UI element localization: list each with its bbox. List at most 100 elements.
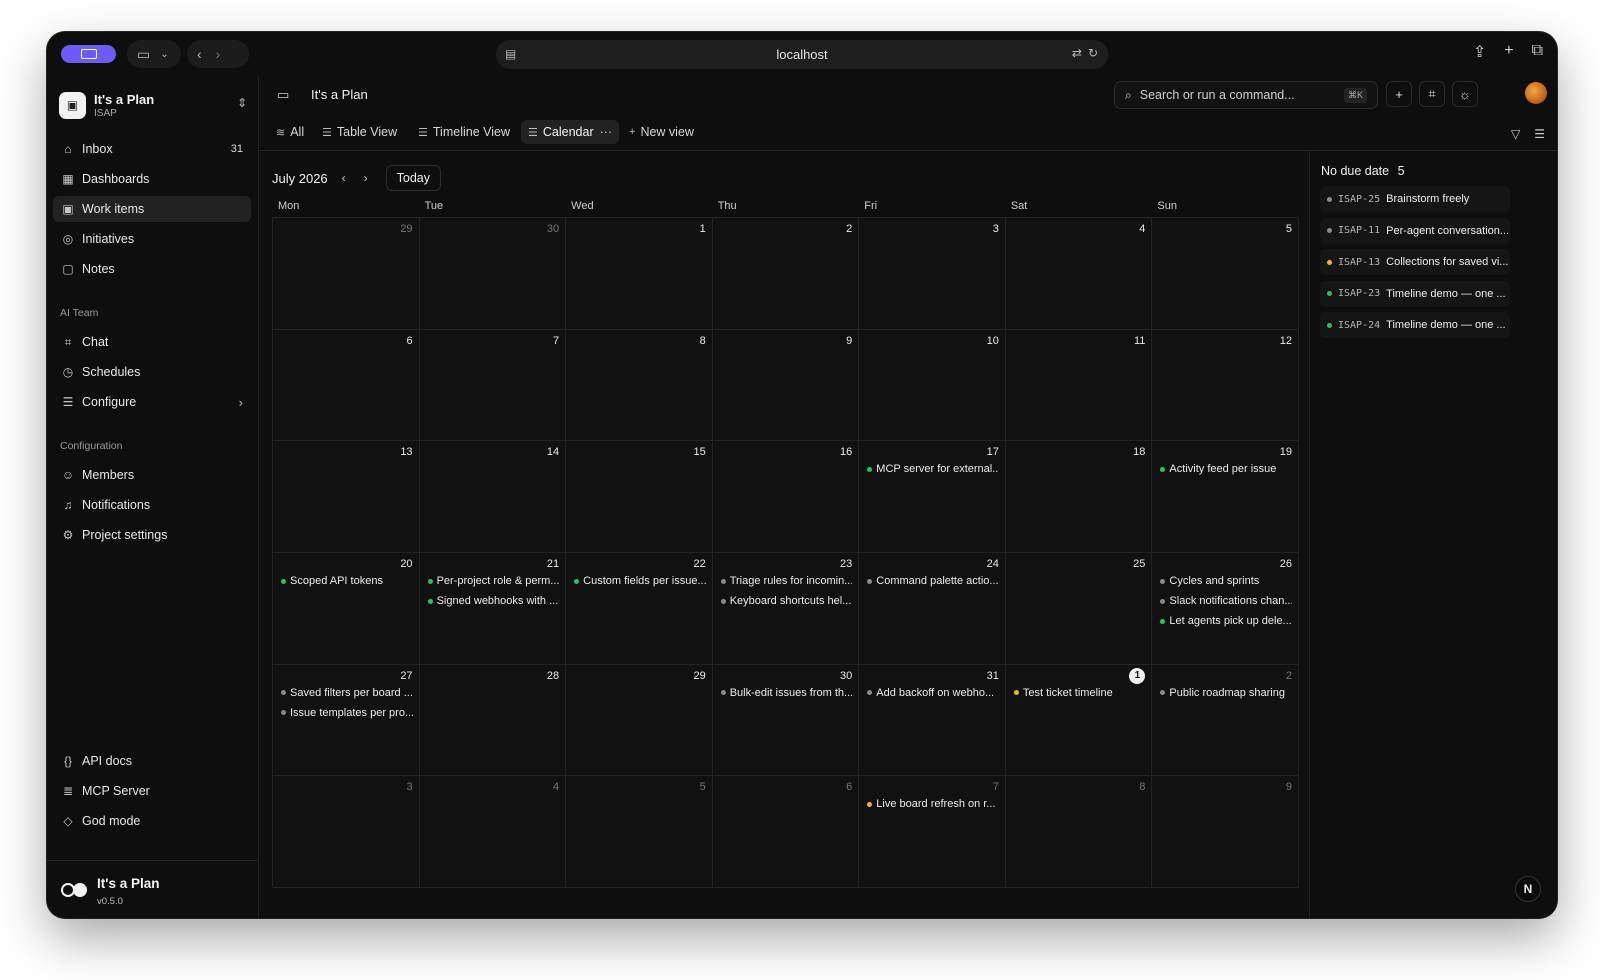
calendar-day-cell[interactable]: 2 Public roadmap sharing [1152, 664, 1299, 777]
calendar-day-cell[interactable]: 3 [273, 776, 420, 888]
more-options-icon[interactable]: ··· [600, 125, 613, 139]
calendar-day-cell[interactable]: 30 Bulk-edit issues from th... [712, 664, 860, 777]
calendar-day-cell[interactable]: 14 [419, 441, 567, 553]
translate-icon[interactable]: ⇄ [1072, 46, 1082, 60]
command-search[interactable]: ⌕ Search or run a command... ⌘K [1114, 81, 1378, 109]
page-settings-icon[interactable]: ▤ [505, 47, 516, 61]
new-view-button[interactable]: + New view [622, 120, 701, 144]
calendar-event[interactable]: Per-project role & perm... [427, 573, 559, 589]
calendar-day-cell[interactable]: 2 [712, 218, 860, 330]
calendar-day-cell[interactable]: 24 Command palette actio... [859, 553, 1006, 665]
calendar-event[interactable]: Live board refresh on r... [867, 796, 999, 812]
calendar-day-cell[interactable]: 18 [1005, 441, 1153, 553]
calendar-day-cell[interactable]: 28 [419, 664, 567, 777]
calendar-day-cell[interactable]: 13 [273, 441, 420, 553]
sidebar-toggle-group[interactable]: ▭ ⌄ [127, 40, 181, 68]
calendar-event[interactable]: Command palette actio... [867, 573, 999, 589]
calendar-day-cell[interactable]: 1 Test ticket timeline [1005, 664, 1153, 777]
create-button[interactable]: + [1386, 81, 1412, 107]
no-due-date-item[interactable]: ISAP-24 Timeline demo — one ... [1320, 312, 1510, 338]
calendar-event[interactable]: MCP server for external... [867, 461, 999, 477]
workspace-switcher[interactable]: ▣ It's a Plan ISAP ⇕ [59, 88, 247, 122]
sidebar-toggle-icon[interactable]: ▭ [137, 46, 150, 63]
calendar-day-cell[interactable]: 8 [566, 329, 713, 442]
no-due-date-item[interactable]: ISAP-11 Per-agent conversation... [1320, 217, 1510, 244]
calendar-day-cell[interactable]: 7 Live board refresh on r... [859, 776, 1006, 888]
theme-toggle-button[interactable]: ☼ [1452, 81, 1478, 107]
calendar-event[interactable]: Slack notifications chan... [1160, 593, 1292, 609]
sidebar-item-inbox[interactable]: ⌂ Inbox 31 [53, 136, 251, 162]
calendar-day-cell[interactable]: 5 [1152, 218, 1299, 330]
calendar-event[interactable]: Saved filters per board ... [281, 685, 413, 701]
forward-icon[interactable]: › [216, 46, 221, 62]
tab-all[interactable]: ≋ All [269, 120, 311, 144]
sidebar-item-initiatives[interactable]: ◎ Initiatives [53, 226, 251, 252]
sidebar-item-api-docs[interactable]: {} API docs [53, 748, 251, 774]
calendar-day-cell[interactable]: 4 [1005, 218, 1153, 330]
tab-timeline-view[interactable]: ☰ Timeline View [411, 120, 517, 144]
calendar-day-cell[interactable]: 6 [273, 329, 420, 442]
calendar-event[interactable]: Bulk-edit issues from th... [720, 685, 852, 701]
calendar-event[interactable]: Keyboard shortcuts hel... [720, 593, 853, 609]
calendar-day-cell[interactable]: 30 [419, 218, 567, 330]
tab-table-view[interactable]: ☰ Table View [315, 120, 404, 144]
calendar-day-cell[interactable]: 9 [1152, 776, 1299, 888]
calendar-event[interactable]: Custom fields per issue... [574, 573, 706, 589]
chevron-down-icon[interactable]: ⌄ [160, 49, 168, 60]
calendar-day-cell[interactable]: 12 [1152, 329, 1299, 442]
chevron-right-icon[interactable]: › [239, 395, 243, 410]
calendar-day-cell[interactable]: 16 [712, 441, 860, 553]
calendar-event[interactable]: Triage rules for incomin... [720, 573, 852, 589]
calendar-day-cell[interactable]: 29 [566, 664, 713, 777]
sidebar-item-notifications[interactable]: ♫ Notifications [53, 492, 251, 518]
no-due-date-item[interactable]: ISAP-23 Timeline demo — one ... [1320, 280, 1510, 307]
calendar-event[interactable]: Public roadmap sharing [1160, 685, 1292, 701]
chat-button[interactable]: ⌗ [1419, 81, 1445, 107]
calendar-event[interactable]: Signed webhooks with ... [427, 593, 560, 609]
next-month-icon[interactable]: › [364, 171, 368, 185]
today-button[interactable]: Today [385, 165, 442, 191]
calendar-day-cell[interactable]: 9 [712, 329, 860, 442]
assistant-launcher-button[interactable]: N [1515, 876, 1541, 902]
calendar-day-cell[interactable]: 8 [1005, 776, 1153, 888]
calendar-event[interactable]: Activity feed per issue [1160, 461, 1292, 477]
prev-month-icon[interactable]: ‹ [342, 171, 346, 185]
sidebar-item-god-mode[interactable]: ◇ God mode [53, 808, 251, 834]
calendar-event[interactable]: Let agents pick up dele... [1160, 613, 1292, 629]
calendar-day-cell[interactable]: 31 Add backoff on webho... [859, 664, 1006, 777]
calendar-day-cell[interactable]: 11 [1005, 329, 1153, 442]
calendar-day-cell[interactable]: 27 Saved filters per board ... Issue templ… [273, 664, 420, 777]
sidebar-item-members[interactable]: ☺ Members [53, 462, 251, 488]
share-icon[interactable]: ⇪ [1473, 42, 1486, 62]
sidebar-item-notes[interactable]: ▢ Notes [53, 256, 251, 282]
calendar-day-cell[interactable]: 4 [419, 776, 567, 888]
calendar-event[interactable]: Cycles and sprints [1160, 573, 1292, 589]
no-due-date-item[interactable]: ISAP-13 Collections for saved vi... [1320, 249, 1510, 275]
sidebar-item-work-items[interactable]: ▣ Work items [53, 196, 251, 222]
panel-toggle-icon[interactable]: ▭ [277, 87, 289, 103]
calendar-day-cell[interactable]: 25 [1005, 553, 1153, 665]
calendar-event[interactable]: Test ticket timeline [1013, 685, 1146, 701]
calendar-day-cell[interactable]: 1 [566, 218, 713, 330]
calendar-day-cell[interactable]: 10 [859, 329, 1006, 442]
sidebar-item-dashboards[interactable]: ▦ Dashboards [53, 166, 251, 192]
calendar-day-cell[interactable]: 17 MCP server for external... [859, 441, 1006, 553]
calendar-day-cell[interactable]: 6 [712, 776, 860, 888]
browser-profile-button[interactable] [61, 45, 116, 63]
new-tab-icon[interactable]: + [1504, 42, 1513, 62]
sidebar-item-schedules[interactable]: ◷ Schedules [53, 359, 251, 385]
sidebar-item-mcp-server[interactable]: ≣ MCP Server [53, 778, 251, 804]
calendar-day-cell[interactable]: 19 Activity feed per issue [1152, 441, 1299, 553]
chevron-updown-icon[interactable]: ⇕ [237, 96, 247, 110]
calendar-day-cell[interactable]: 29 [273, 218, 420, 330]
tab-calendar[interactable]: ☰ Calendar ··· [521, 120, 620, 144]
calendar-day-cell[interactable]: 26 Cycles and sprints Slack notifications … [1152, 553, 1299, 665]
calendar-event[interactable]: Scoped API tokens [281, 573, 413, 589]
display-settings-icon[interactable]: ☰ [1534, 127, 1545, 141]
calendar-day-cell[interactable]: 22 Custom fields per issue... [566, 553, 713, 665]
filter-icon[interactable]: ▽ [1511, 127, 1520, 141]
sidebar-item-chat[interactable]: ⌗ Chat [53, 329, 251, 355]
calendar-day-cell[interactable]: 23 Triage rules for incomin... Keyboard sh… [712, 553, 860, 665]
calendar-day-cell[interactable]: 15 [566, 441, 713, 553]
no-due-date-item[interactable]: ISAP-25 Brainstorm freely [1320, 186, 1510, 212]
